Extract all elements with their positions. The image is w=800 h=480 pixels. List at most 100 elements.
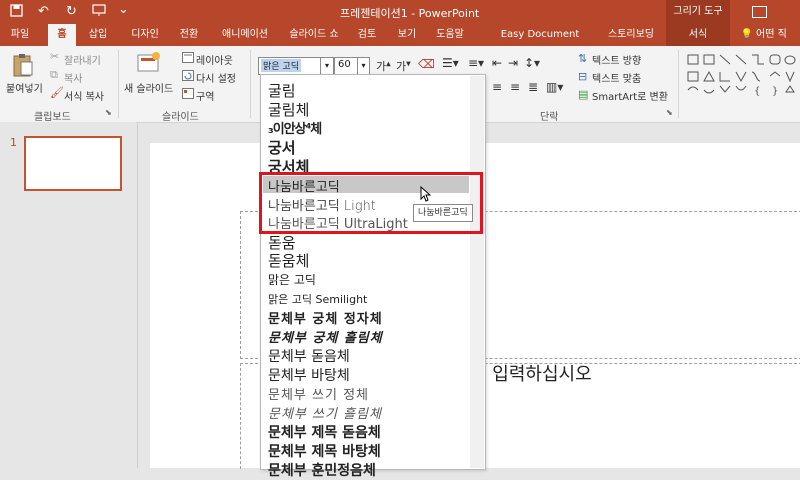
format-painter-button[interactable]: 서식 복사 [64, 88, 104, 103]
highlight-annotation-box [259, 172, 483, 234]
mouse-cursor-icon [420, 185, 432, 205]
paragraph-launcher-icon[interactable]: ⬊ [666, 108, 673, 117]
drawing-tools-header: 그리기 도구 [666, 0, 730, 24]
tab-storyboarding[interactable]: 스토리보딩 [604, 24, 658, 46]
smartart-icon[interactable]: ▤ [578, 88, 588, 101]
subtitle-placeholder-text: 을 입력하십시오 [470, 364, 592, 385]
font-name-value: 맑은 고딕 [261, 59, 301, 72]
cut-icon[interactable]: ✂ [50, 50, 59, 63]
bullets-icon[interactable]: ☰▾ [442, 56, 459, 70]
ribbon-display-options-icon[interactable] [752, 6, 767, 18]
ribbon-tabs: 파일 홈 삽입 디자인 전환 애니메이션 슬라이드 쇼 검토 보기 도움말 Ea… [0, 24, 800, 62]
svg-text:{: { [754, 86, 760, 97]
text-direction-icon[interactable]: ⇅ [578, 52, 587, 65]
cut-button[interactable]: 잘라내기 [64, 52, 101, 67]
slideshow-icon[interactable] [92, 4, 106, 21]
font-item-gulim[interactable]: 굴림 [268, 80, 296, 101]
copy-icon[interactable]: ⧉ [50, 68, 58, 82]
clipboard-launcher-icon[interactable]: ⬊ [105, 108, 112, 117]
new-slide-button[interactable]: 새 슬라이드 [124, 80, 173, 95]
decrease-indent-icon[interactable]: ⇤ [492, 56, 502, 70]
font-item-partial[interactable]: 문체부 훈민정음체 [268, 460, 376, 480]
font-item-gulimche[interactable]: 굴림체 [268, 99, 309, 120]
paragraph-group-label: 단락 [540, 112, 559, 123]
new-slide-icon[interactable] [137, 52, 161, 77]
section-icon[interactable] [182, 88, 194, 102]
window-title: 프레젠테이션1 - PowerPoint [340, 7, 480, 20]
align-right-icon[interactable]: ≡ [510, 80, 520, 94]
redo-icon[interactable]: ↻ [66, 4, 77, 19]
align-text-button[interactable]: 텍스트 맞춤 [592, 70, 641, 85]
justify-icon[interactable]: ≣ [528, 80, 538, 94]
divider [118, 50, 119, 118]
reset-icon[interactable] [182, 70, 194, 84]
align-center-icon[interactable]: ≡ [492, 80, 502, 94]
svg-text:}: } [772, 86, 778, 97]
line-spacing-icon[interactable]: ↕▾ [524, 56, 540, 70]
tab-insert[interactable]: 삽입 [82, 24, 114, 46]
tab-easy-document-creator[interactable]: Easy Document Creator [484, 24, 596, 62]
font-item-decorative[interactable]: ₃이안상⁴체 [268, 118, 322, 137]
font-item-mcst-title-doeum[interactable]: 문체부 제목 돋음체 [268, 422, 381, 442]
layout-icon[interactable] [182, 52, 194, 66]
font-item-mcst-sseugi-jeong[interactable]: 문체부 쓰기 정체 [268, 384, 369, 403]
font-size-value: 60 [338, 59, 351, 70]
font-name-combobox[interactable]: 맑은 고딕 ▾ [258, 57, 334, 75]
align-text-icon[interactable]: ⊟ [578, 70, 587, 83]
tab-file[interactable]: 파일 [4, 24, 36, 46]
font-item-gungseo[interactable]: 궁서 [268, 137, 296, 158]
font-item-mcst-title-batang[interactable]: 문체부 제목 바탕체 [268, 441, 381, 461]
numbering-icon[interactable]: ≡▾ [468, 56, 484, 70]
slides-group-label: 슬라이드 [162, 112, 199, 123]
font-item-malgun-gothic[interactable]: 맑은 고딕 [268, 271, 316, 288]
clear-formatting-icon[interactable]: ⌫ [418, 57, 435, 71]
layout-button[interactable]: 레이아웃 [196, 52, 233, 67]
font-size-combobox[interactable]: 60 ▾ [334, 57, 370, 75]
tab-home[interactable]: 홈 [48, 24, 76, 46]
font-item-dotumche[interactable]: 돋움체 [268, 250, 309, 271]
text-direction-button[interactable]: 텍스트 방향 [592, 52, 641, 67]
tab-help[interactable]: 도움말 [428, 24, 472, 46]
chevron-down-icon[interactable]: ▾ [320, 58, 333, 74]
increase-indent-icon[interactable]: ⇥ [508, 56, 518, 70]
tab-review[interactable]: 검토 [352, 24, 382, 46]
font-item-mcst-doeum[interactable]: 문체부 돋음체 [268, 346, 350, 366]
font-list-scrollbar[interactable] [470, 76, 484, 468]
divider [678, 50, 679, 118]
tab-format[interactable]: 서식 [666, 24, 730, 46]
tell-me-search[interactable]: 어떤 직 [756, 24, 800, 46]
customize-toolbar-icon[interactable]: ⌄ [118, 2, 129, 17]
pane-splitter[interactable] [137, 122, 138, 468]
paste-button[interactable]: 붙여넣기 [6, 80, 43, 95]
shrink-font-icon[interactable]: 가▼ [396, 58, 411, 74]
slide-thumbnail-pane: 1 [0, 122, 136, 468]
slide-thumbnail[interactable] [24, 136, 122, 191]
section-button[interactable]: 구역 [196, 88, 214, 103]
tab-view[interactable]: 보기 [392, 24, 422, 46]
lightbulb-icon[interactable]: 💡 [740, 24, 754, 46]
tab-slideshow[interactable]: 슬라이드 쇼 [284, 24, 344, 46]
tab-transitions[interactable]: 전환 [173, 24, 205, 46]
slide-number: 1 [10, 136, 17, 149]
save-icon[interactable] [10, 4, 23, 21]
font-item-mcst-sseugi-heullim[interactable]: 문체부 쓰기 흘림체 [268, 403, 382, 422]
clipboard-group-label: 클립보드 [34, 112, 71, 123]
columns-icon[interactable]: ▥▾ [546, 80, 563, 94]
convert-to-smartart-button[interactable]: SmartArt로 변환 [592, 88, 668, 103]
divider [250, 50, 251, 118]
font-item-mcst-gungche-heullim[interactable]: 문체부 궁체 흘림체 [268, 327, 383, 346]
format-painter-icon[interactable]: 🖌 [50, 86, 64, 99]
font-tooltip: 나눔바른고딕 [413, 204, 473, 222]
font-item-malgun-gothic-semilight[interactable]: 맑은 고딕 Semilight [268, 291, 367, 307]
tab-animations[interactable]: 애니메이션 [214, 24, 276, 46]
grow-font-icon[interactable]: 가▲ [376, 58, 391, 74]
font-item-mcst-batang[interactable]: 문체부 바탕체 [268, 365, 350, 385]
chevron-down-icon[interactable]: ▾ [357, 58, 369, 74]
copy-button[interactable]: 복사 [64, 70, 82, 85]
undo-icon[interactable]: ↶ [38, 4, 49, 19]
shapes-gallery[interactable]: { } [686, 52, 798, 103]
font-item-mcst-gungche-jeongja[interactable]: 문체부 궁체 정자체 [268, 308, 383, 327]
reset-button[interactable]: 다시 설정 [196, 70, 236, 85]
paste-icon[interactable] [12, 52, 34, 81]
tab-design[interactable]: 디자인 [124, 24, 166, 46]
